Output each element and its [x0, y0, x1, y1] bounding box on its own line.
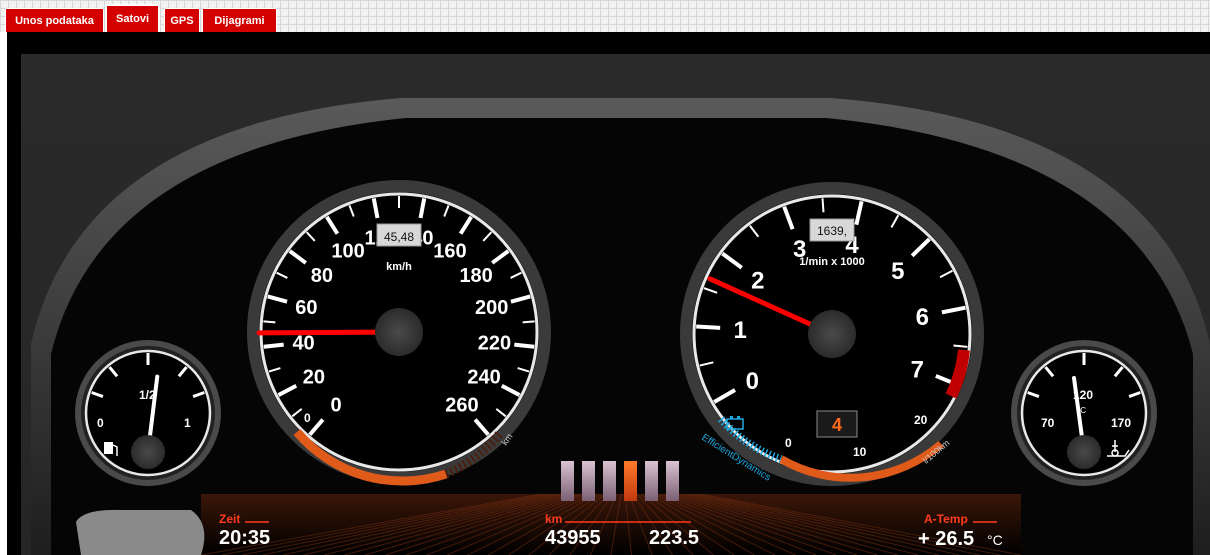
atemp-unit: °C: [987, 532, 1003, 548]
speed-scale-label: 80: [311, 265, 333, 287]
instrument-panel: 020406080100120140160180200220240260 45,…: [7, 32, 1210, 555]
temp-label-low: 70: [1041, 416, 1055, 430]
rpm-unit-label: 1/min x 1000: [799, 256, 864, 268]
temp-needle-hub: [1067, 435, 1101, 469]
speed-scale-label: 40: [292, 332, 314, 354]
trip-value: 223.5: [649, 527, 699, 549]
speed-scale-label: 220: [478, 332, 511, 354]
tab-dijagrami[interactable]: Dijagrami: [202, 8, 277, 32]
tab-bar: Unos podataka Satovi GPS Dijagrami: [0, 0, 1210, 32]
speed-scale-label: 180: [459, 265, 492, 287]
rpm-scale-label: 7: [911, 356, 924, 383]
speed-tick: [522, 320, 535, 324]
cluster-face: [51, 118, 1193, 555]
speed-range-start-label: 0: [304, 411, 311, 425]
gear-segment: [624, 461, 637, 501]
fuel-label-empty: 0: [97, 416, 104, 430]
rpm-value-display: 1639,: [817, 224, 847, 238]
rpm-tick: [696, 324, 721, 330]
gear-segment: [645, 461, 658, 501]
speed-scale-label: 240: [467, 366, 500, 388]
zeit-label: Zeit: [219, 512, 240, 526]
speed-unit-label: km/h: [386, 261, 412, 273]
speed-value-display: 45,48: [384, 230, 414, 244]
zeit-value: 20:35: [219, 527, 270, 549]
tab-satovi[interactable]: Satovi: [105, 4, 160, 32]
atemp-value: + 26.5: [918, 528, 974, 550]
speed-scale-label: 100: [331, 241, 364, 263]
fuel-needle-hub: [131, 435, 165, 469]
speed-scale-label: 0: [330, 394, 341, 416]
rpm-tick: [953, 344, 968, 348]
km-label: km: [545, 512, 562, 526]
trim-piece: [76, 509, 205, 555]
speed-tick: [263, 320, 276, 324]
tab-gps[interactable]: GPS: [164, 8, 200, 32]
dashboard-background: 020406080100120140160180200220240260 45,…: [21, 54, 1210, 555]
speed-scale-label: 260: [445, 394, 478, 416]
rpm-needle-hub: [808, 310, 856, 358]
rpm-tick: [821, 198, 825, 213]
rpm-scale-label: 2: [751, 268, 764, 295]
atemp-label: A-Temp: [924, 512, 968, 526]
speed-scale-label: 60: [295, 297, 317, 319]
gear-segment: [582, 461, 595, 501]
tab-unos-podataka[interactable]: Unos podataka: [5, 8, 104, 32]
consumption-label-10: 10: [853, 445, 867, 459]
rpm-scale-label: 0: [746, 368, 759, 395]
rpm-scale-label: 6: [916, 304, 929, 331]
rpm-scale-label: 1: [733, 317, 746, 344]
speed-scale-label: 200: [475, 297, 508, 319]
odometer-value: 43955: [545, 527, 601, 549]
rpm-scale-label: 5: [891, 258, 904, 285]
speed-scale-label: 20: [303, 366, 325, 388]
gear-segment: [603, 461, 616, 501]
speed-scale-label: 160: [433, 241, 466, 263]
dashboard-cluster: 020406080100120140160180200220240260 45,…: [31, 98, 1210, 555]
temp-label-high: 170: [1111, 416, 1131, 430]
consumption-label-0: 0: [785, 436, 792, 450]
speed-tick: [514, 342, 535, 349]
speed-needle-hub: [375, 308, 423, 356]
consumption-label-20: 20: [914, 413, 928, 427]
gear-segment: [666, 461, 679, 501]
speed-tick: [263, 342, 284, 349]
fuel-label-full: 1: [184, 416, 191, 430]
gear-display: 4: [832, 415, 842, 435]
gear-segment: [561, 461, 574, 501]
